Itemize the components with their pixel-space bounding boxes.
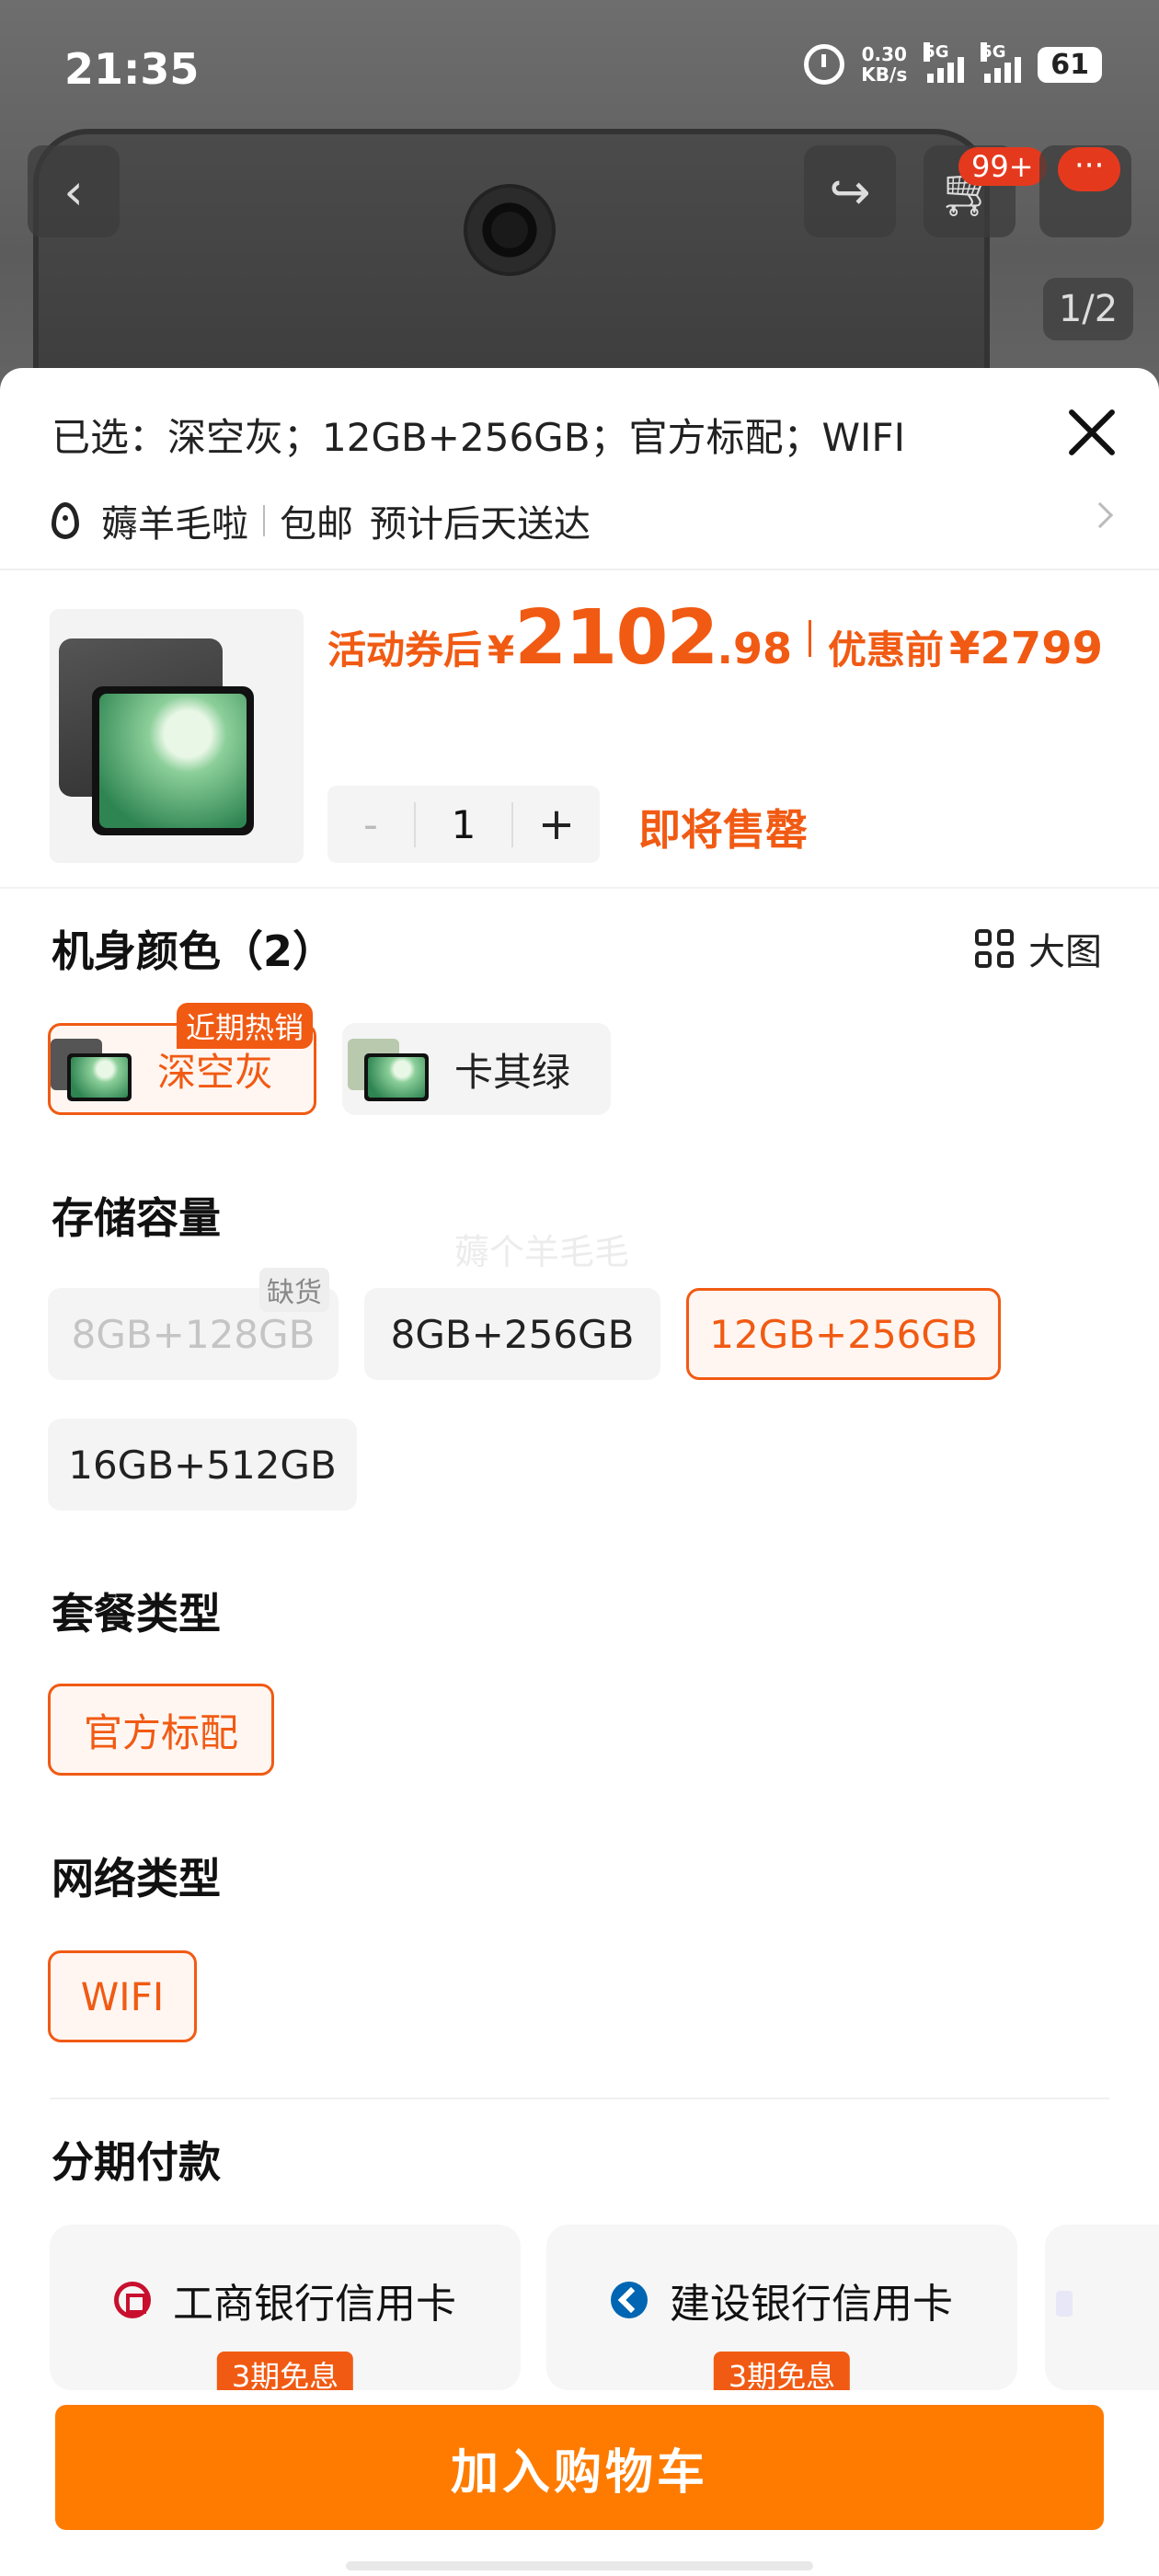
back-button[interactable]: ‹	[28, 145, 120, 237]
big-image-button[interactable]: 大图	[975, 922, 1102, 975]
divider	[263, 505, 265, 536]
color-thumbnail	[51, 1037, 132, 1101]
location-pin-icon	[52, 502, 79, 539]
installment-card-ccb[interactable]: 建设银行信用卡 3期免息	[546, 2225, 1017, 2390]
installment-card-partial[interactable]	[1045, 2225, 1159, 2390]
delivery-location: 薅羊毛啦	[101, 503, 248, 546]
stock-note: 即将售罄	[638, 805, 808, 855]
installment-section-title: 分期付款	[52, 2137, 221, 2187]
network-section-title: 网络类型	[52, 1854, 221, 1903]
storage-option-12-256[interactable]: 12GB+256GB	[686, 1288, 1001, 1380]
icbc-icon	[114, 2282, 151, 2318]
price-decimal: .98	[717, 624, 792, 673]
package-section-title: 套餐类型	[52, 1589, 221, 1639]
status-time: 21:35	[64, 44, 200, 94]
divider	[0, 887, 1159, 889]
chevron-left-icon: ‹	[63, 162, 84, 221]
original-price-label: 优惠前	[827, 627, 944, 673]
storage-section-title: 存储容量	[52, 1193, 221, 1243]
network-speed: 0.30 KB/s	[861, 43, 908, 86]
signal-icon-sim2: 5G	[981, 42, 1022, 83]
price-row: 活动券后 ¥ 2102 .98 优惠前 ¥2799	[327, 594, 1103, 682]
alarm-icon	[804, 44, 845, 85]
delivery-eta: 预计后天送达	[370, 503, 591, 546]
price-label: 活动券后	[327, 627, 483, 673]
home-indicator	[346, 2561, 813, 2570]
delivery-row[interactable]: 薅羊毛啦 包邮 预计后天送达	[52, 493, 1114, 548]
signal-icon-sim1: 5G	[924, 42, 965, 83]
storage-option-8-256[interactable]: 8GB+256GB	[364, 1288, 660, 1380]
divider	[50, 2098, 1109, 2099]
increase-button[interactable]: +	[513, 799, 600, 850]
product-thumbnail[interactable]	[50, 609, 304, 863]
selected-summary: 已选：深空灰；12GB+256GB；官方标配；WIFI	[52, 415, 905, 460]
share-icon: ↪	[829, 162, 871, 221]
color-thumbnail	[348, 1037, 429, 1101]
watermark: 薅个羊毛毛	[454, 1232, 630, 1272]
chevron-right-icon	[1086, 501, 1114, 529]
cart-count-badge: 99+	[958, 147, 1047, 186]
divider	[0, 569, 1159, 570]
out-of-stock-badge: 缺货	[259, 1268, 329, 1312]
status-bar: 21:35 0.30 KB/s 5G 5G 61	[0, 0, 1159, 138]
storage-option-16-512[interactable]: 16GB+512GB	[48, 1419, 357, 1511]
color-section-title: 机身颜色（2）	[52, 926, 336, 976]
status-icons: 0.30 KB/s 5G 5G 61	[804, 42, 1102, 86]
share-button[interactable]: ↪	[804, 145, 896, 237]
original-price: ¥2799	[949, 623, 1103, 674]
currency-symbol: ¥	[488, 627, 515, 673]
package-option-standard[interactable]: 官方标配	[48, 1684, 274, 1776]
image-page-indicator: 1/2	[1043, 278, 1133, 340]
grid-icon	[975, 929, 1014, 968]
installment-card-icbc[interactable]: 工商银行信用卡 3期免息	[50, 2225, 521, 2390]
interest-free-badge: 3期免息	[216, 2352, 354, 2390]
decrease-button[interactable]: -	[327, 801, 414, 848]
hot-sale-badge: 近期热销	[177, 1003, 314, 1049]
quantity-stepper: - 1 +	[327, 786, 600, 863]
shipping-label: 包邮	[280, 503, 353, 546]
divider	[808, 619, 811, 657]
sku-selection-sheet: 已选：深空灰；12GB+256GB；官方标配；WIFI 薅羊毛啦 包邮 预计后天…	[0, 368, 1159, 2576]
battery-indicator: 61	[1038, 46, 1102, 83]
color-option-khaki-green[interactable]: 卡其绿	[342, 1023, 611, 1115]
more-badge: ···	[1058, 147, 1121, 191]
close-button[interactable]	[1063, 405, 1119, 460]
interest-free-badge: 3期免息	[713, 2352, 851, 2390]
network-option-wifi[interactable]: WIFI	[48, 1950, 197, 2042]
ccb-icon	[611, 2282, 648, 2318]
add-to-cart-button[interactable]: 加入购物车	[55, 2405, 1104, 2530]
quantity-value[interactable]: 1	[414, 801, 513, 847]
installment-icon	[1056, 2291, 1073, 2317]
camera-lens-graphic	[464, 184, 556, 276]
price-integer: 2102	[514, 594, 718, 682]
